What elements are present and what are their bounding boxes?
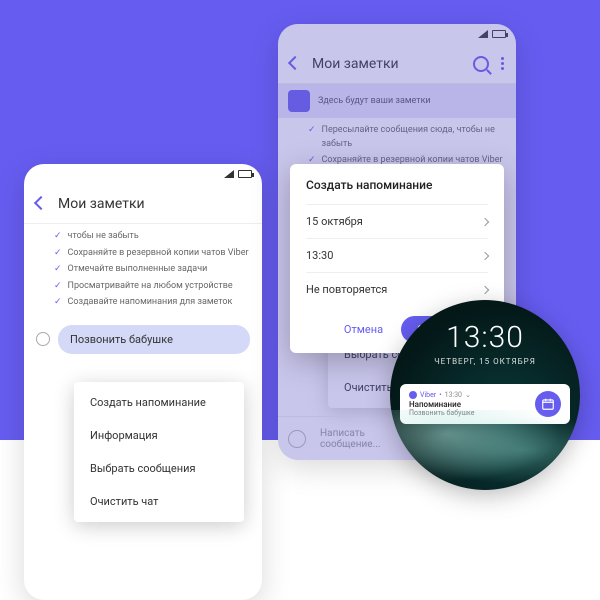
lockscreen-wallpaper <box>390 410 580 490</box>
chevron-right-icon <box>481 251 489 259</box>
viber-dot-icon <box>409 391 417 399</box>
notification-title: Напоминание <box>409 400 527 409</box>
check-icon: ✓ <box>54 247 62 261</box>
dialog-date-value: 15 октября <box>306 215 363 228</box>
hint-text: Создавайте напоминания для заметок <box>68 296 233 310</box>
menu-information[interactable]: Информация <box>74 419 244 452</box>
menu-create-reminder[interactable]: Создать напоминание <box>74 386 244 419</box>
dialog-repeat-row[interactable]: Не повторяется <box>306 272 488 306</box>
check-icon: ✓ <box>54 263 62 277</box>
dialog-date-row[interactable]: 15 октября <box>306 204 488 238</box>
cancel-button[interactable]: Отмена <box>336 317 391 342</box>
context-menu: Создать напоминание Информация Выбрать с… <box>74 382 244 522</box>
notification-time: 13:30 <box>445 391 462 399</box>
hint-text: чтобы не забыть <box>68 230 139 244</box>
hint-text: Отмечайте выполненные задачи <box>68 263 208 277</box>
dialog-repeat-value: Не повторяется <box>306 283 387 296</box>
message-row[interactable]: Позвонить бабушке <box>24 319 262 360</box>
check-icon: ✓ <box>54 280 62 294</box>
message-bubble[interactable]: Позвонить бабушке <box>58 325 250 354</box>
lockscreen-preview: 13:30 ЧЕТВЕРГ, 15 ОКТЯБРЯ Viber • 13:30 … <box>390 300 580 490</box>
bullet: • <box>439 391 441 399</box>
notes-hint-list: ✓ чтобы не забыть ✓ Сохраняйте в резервной… <box>24 224 262 319</box>
chevron-down-icon: ⌄ <box>465 391 471 399</box>
signal-icon <box>224 170 234 178</box>
select-radio[interactable] <box>36 332 50 346</box>
chevron-right-icon <box>481 285 489 293</box>
status-bar <box>24 164 262 184</box>
notification-app-row: Viber • 13:30 ⌄ <box>409 391 527 399</box>
lock-date: ЧЕТВЕРГ, 15 ОКТЯБРЯ <box>390 357 580 366</box>
app-bar: Мои заметки <box>24 184 262 224</box>
page-title: Мои заметки <box>58 196 254 212</box>
battery-icon <box>238 170 252 178</box>
dialog-time-value: 13:30 <box>306 249 333 262</box>
menu-clear-chat[interactable]: Очистить чат <box>74 485 244 518</box>
check-icon: ✓ <box>54 296 62 310</box>
notification-app: Viber <box>420 391 436 399</box>
menu-select-messages[interactable]: Выбрать сообщения <box>74 452 244 485</box>
back-icon[interactable] <box>32 195 50 213</box>
dialog-time-row[interactable]: 13:30 <box>306 238 488 272</box>
chevron-right-icon <box>481 217 489 225</box>
hint-text: Просматривайте на любом устройстве <box>68 280 233 294</box>
dialog-title: Создать напоминание <box>306 178 488 192</box>
hint-text: Сохраняйте в резервной копии чатов Viber <box>68 247 249 261</box>
phone-left: Мои заметки ✓ чтобы не забыть ✓ Сохраняйте… <box>24 164 262 600</box>
check-icon: ✓ <box>54 230 62 244</box>
